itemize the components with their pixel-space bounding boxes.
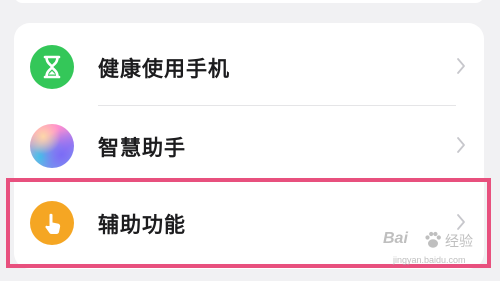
settings-item-label: 辅助功能: [98, 213, 186, 237]
settings-item-label: 智慧助手: [98, 136, 186, 160]
divider: [98, 105, 456, 106]
chevron-right-icon: [457, 58, 465, 74]
settings-screen: 健康使用手机 智慧助手 辅助功能 Bai 经验 jingyan.baidu.co…: [0, 0, 500, 281]
previous-settings-card: [14, 0, 484, 3]
gradient-orb-icon: [30, 124, 74, 168]
hourglass-icon: [30, 45, 74, 89]
settings-card: 健康使用手机 智慧助手 辅助功能: [14, 23, 484, 269]
settings-item-accessibility[interactable]: 辅助功能: [14, 184, 484, 262]
settings-item-label: 健康使用手机: [98, 57, 230, 81]
settings-item-smart-assistant[interactable]: 智慧助手: [14, 107, 484, 185]
hand-pointer-icon: [30, 201, 74, 245]
chevron-right-icon: [457, 137, 465, 153]
settings-item-healthy-phone-use[interactable]: 健康使用手机: [14, 28, 484, 106]
chevron-right-icon: [457, 214, 465, 230]
